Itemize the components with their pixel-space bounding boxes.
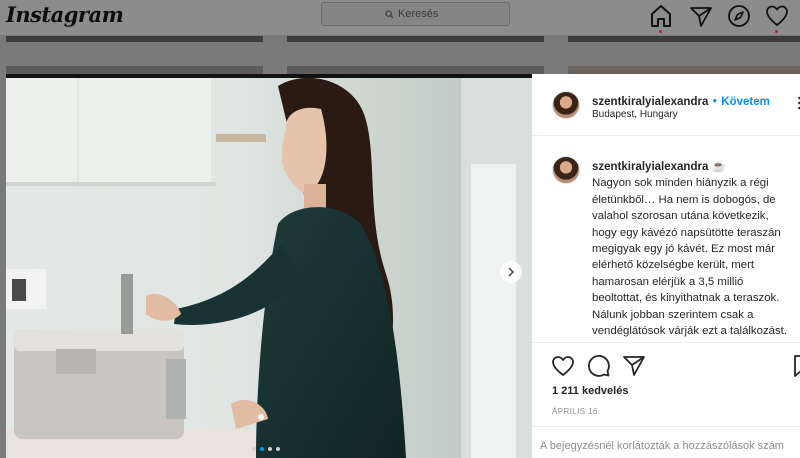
explore-icon[interactable] bbox=[726, 3, 752, 29]
coffee-emoji-icon: ☕ bbox=[711, 161, 726, 173]
caption-line: életünkből… Ha nem is dobogós, de bbox=[592, 193, 776, 206]
top-nav: Instagram Keresés bbox=[0, 0, 800, 35]
photo-top-edge bbox=[6, 74, 532, 78]
post-date[interactable]: ÁPRILIS 16. bbox=[552, 407, 600, 416]
carousel-dot bbox=[252, 447, 256, 451]
carousel-indicator bbox=[252, 447, 280, 451]
save-icon[interactable] bbox=[790, 354, 800, 378]
post-location[interactable]: Budapest, Hungary bbox=[592, 109, 678, 120]
search-input[interactable]: Keresés bbox=[321, 2, 510, 26]
instagram-logo[interactable]: Instagram bbox=[6, 2, 124, 27]
comments-restricted-notice: A bejegyzésnél korlátozták a hozzászólás… bbox=[540, 440, 784, 452]
post-photo[interactable] bbox=[6, 74, 532, 458]
activity-icon[interactable] bbox=[764, 3, 790, 29]
feed-tile[interactable] bbox=[287, 36, 544, 42]
home-notification-dot bbox=[659, 30, 662, 33]
caption-avatar[interactable] bbox=[552, 156, 580, 184]
post-modal: szentkiralyialexandra • Követem Budapest… bbox=[6, 74, 800, 458]
search-placeholder: Keresés bbox=[398, 8, 439, 20]
post-header: szentkiralyialexandra • Követem bbox=[592, 92, 770, 110]
caption-line: beoltottat, és kinyithatnak a teraszok. bbox=[592, 292, 780, 305]
like-icon[interactable] bbox=[551, 354, 575, 378]
follow-button[interactable]: Követem bbox=[721, 96, 770, 108]
divider bbox=[532, 426, 800, 427]
caption-line: hogy egy kávézó napsütötte teraszán bbox=[592, 226, 781, 239]
caption-line: hamarosan elérjük a 3,5 millió bbox=[592, 275, 744, 288]
caption-line: elérhető közelségbe került, mert bbox=[592, 259, 755, 272]
caption-line: megigyak egy jó kávét. Ez most már bbox=[592, 243, 775, 256]
avatar[interactable] bbox=[552, 91, 580, 119]
caption-line: Nálunk jobban szerintem csak a bbox=[592, 308, 754, 321]
carousel-dot bbox=[276, 447, 280, 451]
feed-tile[interactable] bbox=[287, 66, 544, 74]
carousel-dot-active bbox=[260, 447, 264, 451]
caption-text: Nagyon sok minden hiányzik a régi életünk… bbox=[592, 175, 800, 339]
share-icon[interactable] bbox=[622, 354, 646, 378]
home-icon[interactable] bbox=[648, 3, 674, 29]
caption-line: Nagyon sok minden hiányzik a régi bbox=[592, 177, 769, 190]
caption-line: valahol szorosan utána következik, bbox=[592, 210, 769, 223]
caption-line: vendéglátósok várják ezt a találkozást. bbox=[592, 325, 788, 338]
comment-icon[interactable] bbox=[587, 354, 611, 378]
activity-notification-dot bbox=[775, 30, 778, 33]
follow-separator: • bbox=[712, 96, 717, 108]
caption-username[interactable]: szentkiralyialexandra bbox=[592, 161, 708, 173]
carousel-dot bbox=[268, 447, 272, 451]
post-image bbox=[6, 74, 532, 458]
feed-tile[interactable] bbox=[6, 36, 263, 42]
direct-icon[interactable] bbox=[688, 3, 714, 29]
carousel-next-button[interactable] bbox=[500, 261, 522, 283]
divider bbox=[532, 342, 800, 343]
feed-tile[interactable] bbox=[568, 66, 800, 74]
chevron-right-icon bbox=[508, 267, 515, 277]
feed-tile[interactable] bbox=[6, 66, 263, 74]
post-panel: szentkiralyialexandra • Követem Budapest… bbox=[532, 74, 800, 458]
feed-tile[interactable] bbox=[568, 36, 800, 42]
likes-count[interactable]: 1 211 kedvelés bbox=[552, 385, 628, 397]
search-icon bbox=[385, 9, 394, 19]
divider bbox=[532, 135, 800, 136]
post-username[interactable]: szentkiralyialexandra bbox=[592, 96, 708, 108]
post-caption: szentkiralyialexandra ☕ Nagyon sok minde… bbox=[592, 159, 800, 339]
